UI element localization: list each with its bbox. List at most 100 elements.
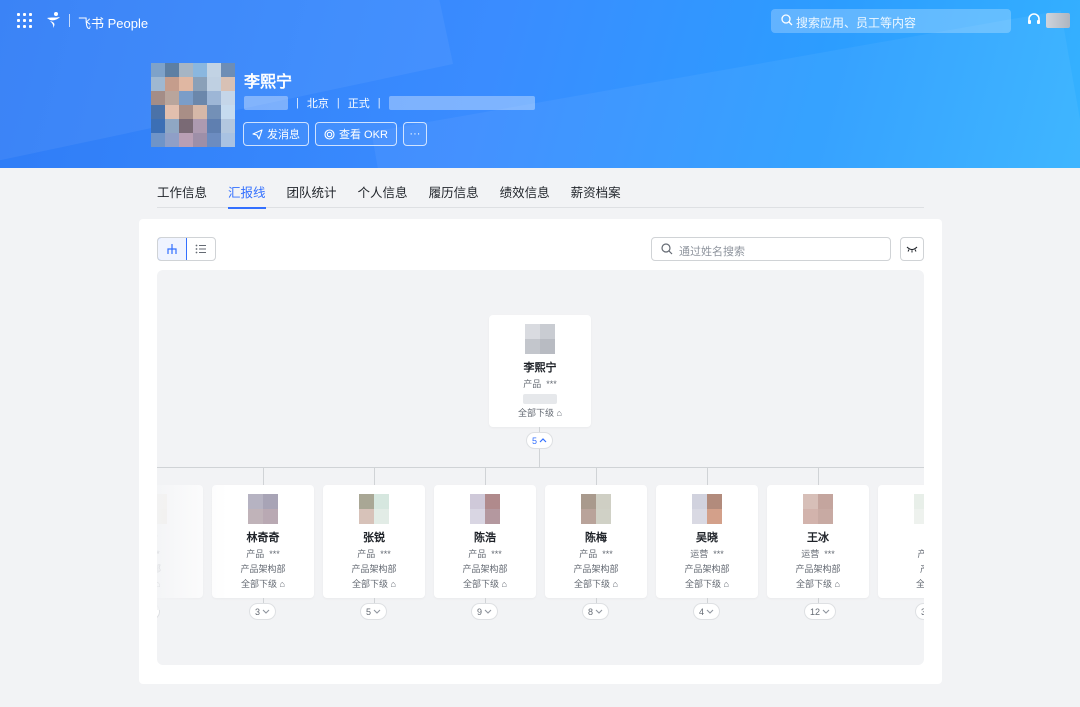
org-tree-icon: [167, 244, 177, 254]
child-subordinates-link[interactable]: 全部下级 ⌂: [767, 579, 869, 590]
child-subordinates-link[interactable]: 全部下级 ⌂: [434, 579, 536, 590]
child-expand-toggle[interactable]: [157, 603, 160, 620]
child-role-row: 产品: [878, 549, 924, 560]
child-role-row: 产品 ***: [545, 549, 647, 560]
child-name: 陈梅: [585, 532, 607, 544]
child-person-card[interactable]: 王冰 运营 *** 产品架构部 全部下级 ⌂: [767, 485, 869, 598]
avatar-pixel: [207, 63, 221, 77]
child-expand-toggle[interactable]: 4: [693, 603, 721, 620]
child-expand-toggle[interactable]: 9: [471, 603, 499, 620]
child-person-card[interactable]: 杨 *** 构部 级 ⌂: [157, 485, 203, 598]
child-subordinates-label: 全部: [916, 579, 924, 589]
child-person-card[interactable]: 吴晓 运营 *** 产品架构部 全部下级 ⌂: [656, 485, 758, 598]
brand-name[interactable]: 飞书 People: [78, 13, 148, 32]
child-subordinates-link[interactable]: 全部下级 ⌂: [323, 579, 425, 590]
chevron-down-icon: [484, 609, 492, 614]
root-person-card[interactable]: 李熙宁 产品 *** 全部下级 ⌂: [489, 315, 591, 427]
child-person-card[interactable]: 张 产品 产品 全部 ⌂: [878, 485, 924, 598]
send-message-label: 发消息: [267, 129, 300, 141]
child-avatar: [470, 494, 500, 524]
child-person-card[interactable]: 陈浩 产品 *** 产品架构部 全部下级 ⌂: [434, 485, 536, 598]
more-actions-button[interactable]: ···: [402, 122, 427, 146]
child-name: 杨: [157, 529, 203, 545]
child-expand-toggle[interactable]: 3: [249, 603, 277, 620]
child-level: ***: [713, 549, 724, 559]
child-subordinates-link[interactable]: 级 ⌂: [157, 579, 203, 590]
top-bar: 飞书 People 搜索应用、员工等内容: [0, 0, 1080, 40]
child-subordinates-link[interactable]: 全部 ⌂: [878, 579, 924, 590]
app-grid-icon[interactable]: [17, 13, 32, 28]
child-avatar: [248, 494, 278, 524]
tab-5[interactable]: 绩效信息: [500, 180, 550, 208]
child-person-card[interactable]: 张锐 产品 *** 产品架构部 全部下级 ⌂: [323, 485, 425, 598]
avatar-pixel: [263, 494, 278, 509]
avatar-pixel: [151, 91, 165, 105]
child-expand-toggle[interactable]: 12: [804, 603, 837, 620]
name-search-input[interactable]: 通过姓名搜索: [651, 237, 891, 261]
child-avatar: [157, 494, 167, 524]
view-okr-label: 查看 OKR: [339, 129, 388, 141]
tab-2[interactable]: 团队统计: [287, 180, 337, 208]
child-department: 产品架构部: [684, 564, 730, 574]
tab-3[interactable]: 个人信息: [358, 180, 408, 208]
send-message-button[interactable]: 发消息: [243, 122, 309, 146]
user-avatar[interactable]: [1046, 13, 1070, 28]
child-department: 产品架构部: [573, 564, 619, 574]
child-department: 产品: [878, 564, 924, 575]
avatar-pixel: [151, 77, 165, 91]
root-role: 产品 ***: [489, 379, 591, 390]
child-level: ***: [824, 549, 835, 559]
child-expand-toggle[interactable]: 8: [582, 603, 610, 620]
connector-line: [157, 467, 924, 468]
child-expand-toggle[interactable]: 3: [915, 603, 924, 620]
child-role-row: 运营 ***: [656, 549, 758, 560]
avatar-pixel: [165, 119, 179, 133]
org-chart-canvas[interactable]: 李熙宁 产品 *** 全部下级 ⌂ 5 杨 *** 构部 级 ⌂ 林奇奇 产品 …: [157, 270, 924, 665]
brand-divider: [69, 14, 70, 27]
meta-separator: |: [377, 97, 381, 109]
avatar-pixel: [179, 105, 193, 119]
avatar-pixel: [248, 494, 263, 509]
child-subordinates-link[interactable]: 全部下级 ⌂: [545, 579, 647, 590]
child-level: ***: [157, 549, 160, 559]
avatar-pixel: [374, 494, 389, 509]
child-person-card[interactable]: 陈梅 产品 *** 产品架构部 全部下级 ⌂: [545, 485, 647, 598]
child-person-card[interactable]: 林奇奇 产品 *** 产品架构部 全部下级 ⌂: [212, 485, 314, 598]
child-level: ***: [602, 549, 613, 559]
meta-separator: |: [336, 97, 340, 109]
list-view-button[interactable]: [187, 238, 215, 260]
child-subordinates-link[interactable]: 全部下级 ⌂: [212, 579, 314, 590]
chevron-down-icon: [706, 609, 714, 614]
avatar-pixel: [221, 63, 235, 77]
avatar-pixel: [221, 77, 235, 91]
tab-0[interactable]: 工作信息: [157, 180, 207, 208]
avatar-pixel: [207, 119, 221, 133]
okr-icon: [324, 128, 335, 140]
root-subordinates-link[interactable]: 全部下级 ⌂: [489, 408, 591, 419]
tab-6[interactable]: 薪资档案: [571, 180, 621, 208]
global-search-input[interactable]: 搜索应用、员工等内容: [771, 9, 1011, 33]
view-okr-button[interactable]: 查看 OKR: [315, 122, 397, 146]
chevron-down-icon: [373, 609, 381, 614]
collapse-all-button[interactable]: [900, 237, 924, 261]
child-expand-toggle[interactable]: 5: [360, 603, 388, 620]
tab-4[interactable]: 履历信息: [429, 180, 479, 208]
avatar-pixel: [157, 509, 167, 524]
avatar-pixel: [207, 77, 221, 91]
blurred-department: [244, 96, 288, 110]
profile-meta: | 北京 | 正式 |: [244, 95, 535, 111]
headset-icon[interactable]: [1026, 12, 1042, 28]
tree-view-button[interactable]: [158, 238, 187, 260]
root-expand-toggle[interactable]: 5: [526, 432, 554, 449]
connector-line: [374, 467, 375, 485]
profile-employment-type: 正式: [347, 98, 370, 110]
avatar-pixel: [193, 119, 207, 133]
child-count: 12: [810, 606, 821, 617]
child-subordinates-link[interactable]: 全部下级 ⌂: [656, 579, 758, 590]
tab-1[interactable]: 汇报线: [228, 180, 266, 209]
avatar-pixel: [165, 91, 179, 105]
avatar-pixel: [165, 133, 179, 147]
child-avatar: [914, 494, 924, 524]
root-subordinates-label: 全部下级: [518, 408, 555, 418]
avatar-pixel: [165, 105, 179, 119]
